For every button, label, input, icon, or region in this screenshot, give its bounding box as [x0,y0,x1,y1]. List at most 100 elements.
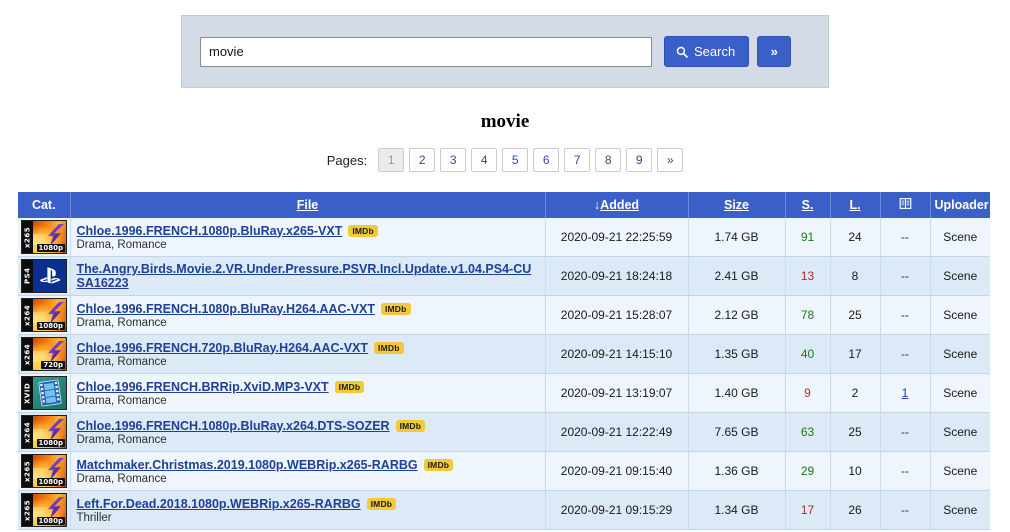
category-icon-x264[interactable]: x264 1080p [21,415,67,449]
cell-category: x265 1080p [18,451,71,491]
header-added[interactable]: ↓Added [545,192,689,218]
cell-seeders: 9 [785,373,831,413]
cell-comments: -- [880,490,931,530]
table-row: x264 1080p Chloe.1996.FRENCH.1080p.BluRay.… [18,295,990,335]
imdb-badge[interactable]: IMDb [366,497,397,510]
cell-leechers-value: 24 [848,230,862,244]
cell-seeders: 40 [785,334,831,374]
cell-file: Chloe.1996.FRENCH.1080p.BluRay.x265-VXT I… [70,218,546,257]
cell-seeders-value: 29 [800,464,815,478]
header-category: Cat. [18,192,71,218]
category-icon-x265[interactable]: x265 1080p [21,220,67,254]
comments-empty: -- [901,464,909,478]
header-comments[interactable] [880,192,931,218]
category-resolution-label: 1080p [36,439,65,447]
header-added-sort-link[interactable]: Added [600,198,639,212]
header-seeders[interactable]: S. [785,192,831,218]
category-icon-x264[interactable]: x264 720p [21,337,67,371]
pagination-page-3[interactable]: 3 [440,148,467,172]
table-row: x265 1080p Matchmaker.Christmas.2019.1080p… [18,451,990,491]
cell-category: x264 1080p [18,295,71,335]
cell-leechers-value: 25 [848,308,862,322]
cell-leechers-value: 26 [848,503,862,517]
imdb-badge[interactable]: IMDb [374,341,404,354]
category-codec-label: x265 [22,455,33,487]
category-icon-x264[interactable]: x264 1080p [21,298,67,332]
cell-seeders-value: 78 [800,308,815,322]
header-seeders-sort-link[interactable]: S. [802,198,814,212]
cell-size: 1.34 GB [688,490,786,530]
table-row: x264 720p Chloe.1996.FRENCH.720p.BluRay.H2… [18,334,990,374]
comments-empty: -- [901,269,909,283]
cell-size: 2.41 GB [688,256,786,296]
pagination-page-5[interactable]: 5 [502,148,529,172]
category-resolution-label: 1080p [36,478,65,486]
table-row: x264 1080p Chloe.1996.FRENCH.1080p.BluRay.… [18,412,990,452]
advanced-search-button[interactable]: » [757,36,792,67]
pagination-page-9[interactable]: 9 [626,148,653,172]
cell-file: Chloe.1996.FRENCH.1080p.BluRay.x264.DTS-… [70,412,546,452]
header-file-sort-link[interactable]: File [297,198,319,212]
header-leechers[interactable]: L. [830,192,881,218]
torrent-title-link[interactable]: Matchmaker.Christmas.2019.1080p.WEBRip.x… [77,458,418,472]
cell-uploader-value: Scene [943,503,978,517]
comments-count-link[interactable]: 1 [902,386,909,400]
pagination-page-8[interactable]: 8 [595,148,622,172]
table-row: XVID Chloe.1996.FRENCH.BRRip.XviD.MP3-VXT… [18,373,990,413]
pagination-page-»[interactable]: » [657,148,684,172]
film-strip-icon [33,377,66,409]
cell-added-value: 2020-09-21 15:28:07 [560,308,673,322]
header-uploader: Uploader [930,192,990,218]
imdb-badge[interactable]: IMDb [348,224,378,237]
imdb-badge[interactable]: IMDb [395,419,426,432]
torrent-title-link[interactable]: The.Angry.Birds.Movie.2.VR.Under.Pressur… [77,262,532,290]
cell-comments: -- [880,334,931,374]
category-icon-x265[interactable]: x265 1080p [21,493,67,527]
header-file[interactable]: File [70,192,546,218]
table-row: PS4 The.Angry.Birds.Movie.2.VR.Under.Pres… [18,256,990,296]
cell-uploader-value: Scene [943,230,978,244]
torrent-title-link[interactable]: Chloe.1996.FRENCH.1080p.BluRay.x265-VXT [77,224,343,238]
imdb-badge[interactable]: IMDb [423,458,454,471]
cell-size-value: 2.41 GB [714,269,759,283]
cell-leechers: 25 [830,295,881,335]
cell-added-value: 2020-09-21 14:15:10 [560,347,673,361]
cell-leechers: 8 [830,256,881,296]
torrent-title-link[interactable]: Chloe.1996.FRENCH.1080p.BluRay.x264.DTS-… [77,419,390,433]
header-size[interactable]: Size [688,192,786,218]
cell-added-value: 2020-09-21 13:19:07 [560,386,673,400]
header-leechers-sort-link[interactable]: L. [849,198,860,212]
category-icon-xvid[interactable]: XVID [21,376,67,410]
category-codec-label: x264 [22,416,33,448]
cell-leechers-value: 2 [851,386,859,400]
magnifier-icon [676,46,688,58]
header-size-sort-link[interactable]: Size [724,198,749,212]
pagination-page-2[interactable]: 2 [409,148,436,172]
cell-size-value: 1.36 GB [714,464,759,478]
comments-empty: -- [901,347,909,361]
torrent-title-link[interactable]: Chloe.1996.FRENCH.1080p.BluRay.H264.AAC-… [77,302,375,316]
pagination-page-6[interactable]: 6 [533,148,560,172]
cell-added: 2020-09-21 12:22:49 [545,412,689,452]
cell-added: 2020-09-21 09:15:40 [545,451,689,491]
pagination-page-4[interactable]: 4 [471,148,498,172]
search-input[interactable] [200,36,652,67]
torrent-title-link[interactable]: Left.For.Dead.2018.1080p.WEBRip.x265-RAR… [77,497,361,511]
category-icon-ps4[interactable]: PS4 [21,259,67,293]
cell-added: 2020-09-21 15:28:07 [545,295,689,335]
torrent-title-link[interactable]: Chloe.1996.FRENCH.BRRip.XviD.MP3-VXT [77,380,329,394]
cell-size: 1.40 GB [688,373,786,413]
search-button[interactable]: Search [664,36,750,67]
imdb-badge[interactable]: IMDb [380,302,411,315]
cell-uploader-value: Scene [943,386,978,400]
genre-label: Drama, Romance [76,472,167,485]
pagination-page-7[interactable]: 7 [564,148,591,172]
torrent-title-link[interactable]: Chloe.1996.FRENCH.720p.BluRay.H264.AAC-V… [77,341,369,355]
cell-comments: 1 [880,373,931,413]
imdb-badge[interactable]: IMDb [334,380,365,393]
category-icon-x265[interactable]: x265 1080p [21,454,67,488]
cell-leechers-value: 25 [848,425,862,439]
cell-file: Chloe.1996.FRENCH.1080p.BluRay.H264.AAC-… [70,295,546,335]
cell-size-value: 2.12 GB [714,308,759,322]
genre-label: Drama, Romance [76,355,167,368]
